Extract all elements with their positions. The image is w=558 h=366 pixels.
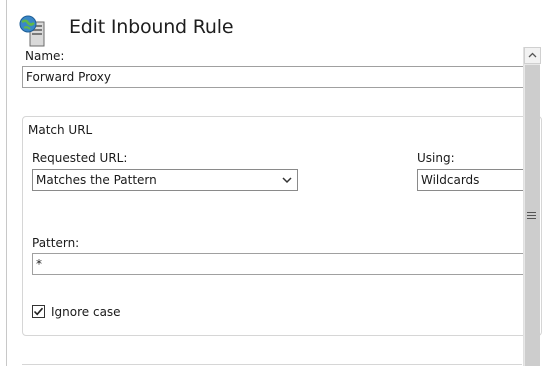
page-title: Edit Inbound Rule <box>69 16 234 38</box>
pattern-label: Pattern: <box>32 236 80 250</box>
using-select[interactable]: Wildcards <box>417 169 531 191</box>
pattern-input[interactable]: * <box>32 253 531 275</box>
name-input[interactable]: Forward Proxy <box>22 66 532 88</box>
grip-lines-icon <box>527 210 536 220</box>
vertical-scrollbar[interactable] <box>523 47 541 366</box>
chevron-down-icon <box>281 170 293 190</box>
ignore-case-label: Ignore case <box>51 305 121 319</box>
requested-url-label: Requested URL: <box>32 151 128 165</box>
using-label: Using: <box>417 151 455 165</box>
checkmark-icon <box>33 307 44 316</box>
match-url-group <box>22 116 542 336</box>
next-group-border <box>22 364 522 365</box>
requested-url-select[interactable]: Matches the Pattern <box>32 169 298 191</box>
name-label: Name: <box>25 49 65 63</box>
requested-url-value: Matches the Pattern <box>36 173 157 187</box>
ignore-case-checkbox[interactable] <box>32 305 45 318</box>
chevron-up-icon[interactable] <box>524 47 541 64</box>
web-server-icon <box>18 14 52 48</box>
match-url-group-title: Match URL <box>28 123 93 137</box>
using-value: Wildcards <box>421 173 480 187</box>
